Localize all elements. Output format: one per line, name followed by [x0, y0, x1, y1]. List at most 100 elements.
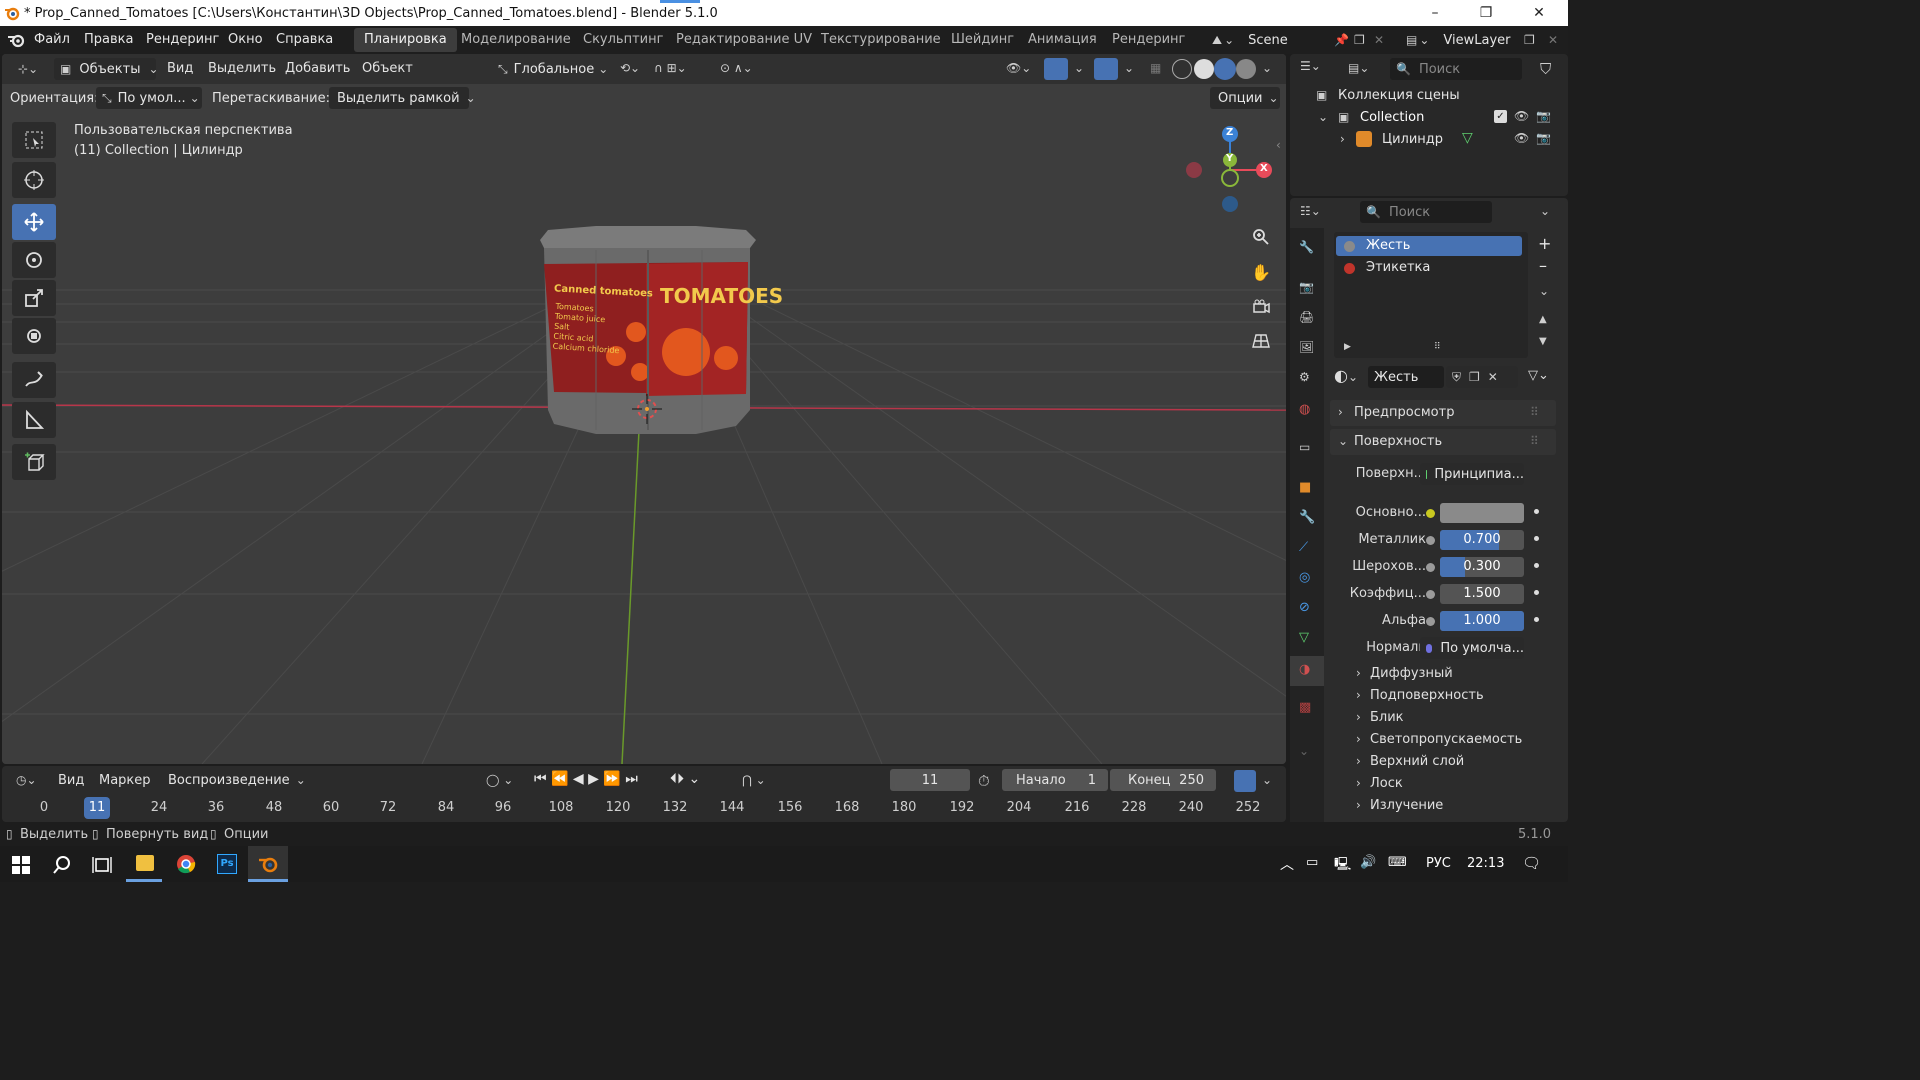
chevron-down-icon[interactable]: ⌄	[1124, 61, 1134, 75]
outliner-search[interactable]: 🔍 Поиск	[1390, 58, 1522, 80]
delete-viewlayer-icon[interactable]: ✕	[1548, 33, 1558, 47]
tab-layout[interactable]: Планировка	[354, 28, 457, 52]
chevron-right-icon[interactable]: ›	[1356, 688, 1361, 702]
close-button[interactable]: ✕	[1512, 0, 1566, 26]
visibility-icon[interactable]: 👁⌄	[1006, 61, 1031, 75]
chevron-down-icon[interactable]: ⌄	[1074, 61, 1084, 75]
roughness-slider[interactable]: 0.300	[1440, 557, 1524, 577]
blender-taskbar-button[interactable]	[248, 846, 288, 882]
eye-icon[interactable]: 👁	[1514, 131, 1529, 145]
chevron-right-icon[interactable]: ›	[1356, 754, 1361, 768]
menu-object[interactable]: Объект	[362, 61, 413, 76]
keyframe-dot-icon[interactable]	[1534, 563, 1539, 568]
drag-dropdown[interactable]: Выделить рамкой ⌄	[329, 87, 476, 109]
keyframe-nav-icon[interactable]: ⏴⏵ ⌄	[670, 771, 700, 787]
remove-slot-button[interactable]: –	[1539, 256, 1547, 275]
outliner-editor-type[interactable]: ☰⌄	[1300, 59, 1340, 79]
menu-file[interactable]: Файл	[34, 32, 70, 47]
file-explorer-icon[interactable]	[136, 855, 154, 871]
material-slot-name[interactable]: Этикетка	[1366, 260, 1430, 275]
wireframe-shading-icon[interactable]	[1172, 59, 1192, 79]
menu-window[interactable]: Окно	[228, 32, 263, 47]
subpanel-subsurface[interactable]: Подповерхность	[1370, 688, 1484, 703]
keyframe-dot-icon[interactable]	[1534, 509, 1539, 514]
scale-tool[interactable]	[12, 280, 56, 316]
pan-view-button[interactable]: ✋	[1246, 257, 1276, 287]
battery-icon[interactable]: ▭	[1306, 855, 1318, 870]
modifier-tab-icon[interactable]: 🔧	[1299, 510, 1317, 528]
chevron-up-icon[interactable]: ︿	[1280, 854, 1294, 874]
particles-tab-icon[interactable]: ⟋	[1299, 540, 1317, 558]
minimize-button[interactable]: –	[1408, 0, 1462, 26]
overlays-toggle-icon[interactable]	[1094, 58, 1118, 80]
tab-shading[interactable]: Шейдинг	[941, 28, 1024, 52]
material-slot-name[interactable]: Жесть	[1366, 238, 1410, 253]
start-frame-field[interactable]: Начало 1	[1002, 769, 1108, 791]
timeline-menu-marker[interactable]: Маркер	[99, 773, 151, 788]
base-color-swatch[interactable]	[1440, 503, 1524, 523]
language-indicator[interactable]: РУС	[1426, 856, 1451, 871]
perspective-toggle-button[interactable]	[1246, 326, 1276, 356]
menu-help[interactable]: Справка	[276, 32, 333, 47]
auto-keying-icon[interactable]: ◯ ⌄	[486, 773, 513, 787]
surface-panel-header[interactable]: ⌄ Поверхность ⠿	[1330, 429, 1556, 455]
snap-timeline-icon[interactable]: ⋂ ⌄	[742, 773, 766, 787]
timeline-editor-type[interactable]: ◷ ⌄	[10, 769, 46, 791]
timeline-view-icon[interactable]	[1234, 770, 1256, 792]
collection-tab-icon[interactable]: ▭	[1299, 440, 1317, 458]
metallic-slider[interactable]: 0.700	[1440, 530, 1524, 550]
sidebar-toggle-icon[interactable]: ‹	[1276, 138, 1281, 152]
proportional-edit-icon[interactable]: ⊙ ∧⌄	[720, 61, 753, 75]
menu-select[interactable]: Выделить	[208, 61, 276, 76]
subpanel-emission[interactable]: Излучение	[1370, 798, 1443, 813]
duplicate-icon[interactable]: ❐	[1469, 370, 1480, 384]
viewlayer-selector[interactable]: ▤ ⌄ ViewLayer ❐ ✕	[1400, 29, 1566, 51]
chevron-right-icon[interactable]: ›	[1356, 710, 1361, 724]
scene-tab-icon[interactable]: ⚙	[1299, 370, 1317, 388]
normal-field[interactable]: По умолча...	[1420, 637, 1524, 659]
data-tab-icon[interactable]: ▽	[1299, 630, 1317, 648]
constraints-tab-icon[interactable]: ⊘	[1299, 600, 1317, 618]
transform-orientation-selector[interactable]: ⤡ Глобальное ⌄	[492, 58, 610, 80]
tab-uv-editing[interactable]: Редактирование UV	[666, 28, 822, 52]
clock[interactable]: 22:13	[1467, 856, 1504, 871]
windows-start-icon[interactable]	[12, 856, 30, 874]
zoom-view-button[interactable]	[1246, 222, 1276, 252]
display-mode-icon[interactable]: ▤⌄	[1348, 61, 1369, 75]
object-tab-icon[interactable]: ■	[1299, 480, 1317, 498]
rotate-tool[interactable]	[12, 242, 56, 278]
notifications-icon[interactable]: 🗨	[1522, 854, 1541, 872]
texture-tab-icon[interactable]: ▩	[1299, 700, 1317, 718]
drag-handle-icon[interactable]: ⠿	[1530, 434, 1539, 448]
gizmo-toggle-icon[interactable]	[1044, 58, 1068, 80]
ior-field[interactable]: 1.500	[1440, 584, 1524, 604]
task-view-icon[interactable]	[92, 855, 112, 875]
scene-selector[interactable]: ⛰ ⌄ Scene 📌 ❐ ✕	[1206, 29, 1386, 51]
chevron-down-icon[interactable]: ⌄	[1540, 204, 1550, 218]
chevron-down-icon[interactable]: ⌄	[1299, 744, 1317, 762]
keyboard-icon[interactable]: ⌨	[1388, 855, 1407, 870]
collection-checkbox[interactable]: ✓	[1494, 110, 1507, 123]
alpha-slider[interactable]: 1.000	[1440, 611, 1524, 631]
material-browse-button[interactable]: ◐⌄	[1334, 366, 1368, 388]
resize-handle-icon[interactable]: ⠿	[1434, 342, 1441, 352]
search-icon[interactable]	[52, 855, 72, 875]
tab-animation[interactable]: Анимация	[1018, 28, 1107, 52]
subpanel-transmission[interactable]: Светопропускаемость	[1370, 732, 1522, 747]
material-preview-shading-icon[interactable]	[1214, 58, 1236, 80]
playback-controls[interactable]: ⏮ ⏪ ◀ ▶ ⏩ ⏭	[534, 771, 638, 787]
move-down-icon[interactable]: ▼	[1539, 336, 1547, 347]
subpanel-diffuse[interactable]: Диффузный	[1370, 666, 1453, 681]
photoshop-icon[interactable]: Ps	[217, 854, 237, 874]
keyframe-dot-icon[interactable]	[1534, 590, 1539, 595]
tab-texturing[interactable]: Текстурирование	[811, 28, 951, 52]
scene-collection-label[interactable]: Коллекция сцены	[1338, 88, 1460, 103]
snap-icon[interactable]: ∩ ⊞⌄	[654, 61, 687, 75]
chevron-right-icon[interactable]: ›	[1356, 798, 1361, 812]
mesh-data-icon[interactable]: ▽	[1462, 130, 1473, 146]
tab-sculpting[interactable]: Скульптинг	[573, 28, 673, 52]
menu-add[interactable]: Добавить	[285, 61, 350, 76]
add-slot-button[interactable]: +	[1538, 234, 1551, 253]
chevron-down-icon[interactable]: ⌄	[1262, 61, 1272, 75]
pin-icon[interactable]: 📌	[1334, 33, 1349, 47]
